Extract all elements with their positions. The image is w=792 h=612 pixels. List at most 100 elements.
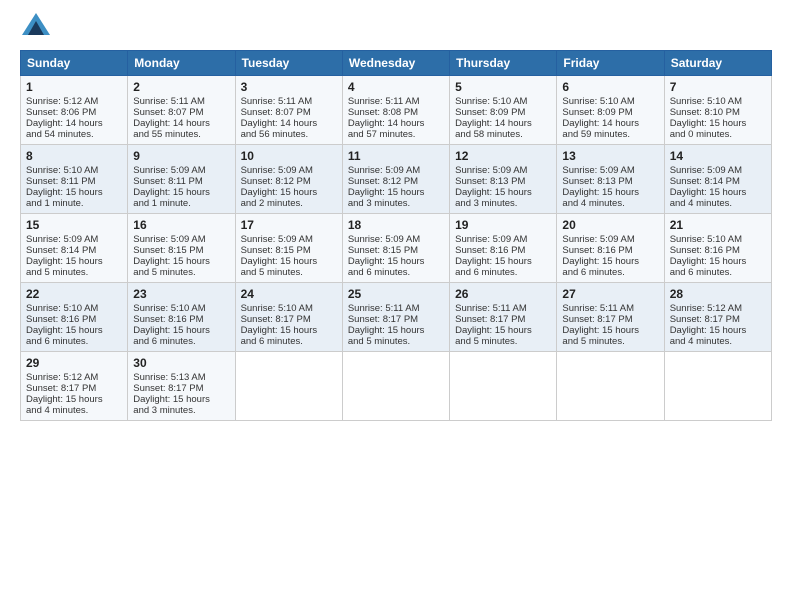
day-info-line: Sunrise: 5:09 AM	[241, 165, 337, 176]
day-info-line: and 4 minutes.	[670, 336, 766, 347]
day-number: 9	[133, 149, 229, 163]
day-number: 27	[562, 287, 658, 301]
day-info-line: Sunrise: 5:09 AM	[455, 165, 551, 176]
day-info-line: Sunset: 8:16 PM	[455, 245, 551, 256]
day-info-line: Daylight: 15 hours	[670, 118, 766, 129]
day-info-line: Sunset: 8:17 PM	[241, 314, 337, 325]
day-number: 22	[26, 287, 122, 301]
calendar-cell: 30 Sunrise: 5:13 AMSunset: 8:17 PMDayligh…	[128, 351, 235, 420]
calendar-cell: 27Sunrise: 5:11 AMSunset: 8:17 PMDayligh…	[557, 282, 664, 351]
day-info-line: and 6 minutes.	[670, 267, 766, 278]
day-info-line: Sunset: 8:14 PM	[670, 176, 766, 187]
day-info-line: Daylight: 15 hours	[133, 187, 229, 198]
calendar-cell: 5Sunrise: 5:10 AMSunset: 8:09 PMDaylight…	[450, 75, 557, 144]
day-info-line: Sunrise: 5:11 AM	[562, 303, 658, 314]
day-info-line: Sunset: 8:14 PM	[26, 245, 122, 256]
calendar-cell	[450, 351, 557, 420]
logo	[20, 18, 50, 38]
day-info-line: Sunset: 8:17 PM	[133, 383, 229, 394]
page: SundayMondayTuesdayWednesdayThursdayFrid…	[0, 0, 792, 612]
day-number: 21	[670, 218, 766, 232]
day-info-line: Sunset: 8:12 PM	[241, 176, 337, 187]
day-number: 6	[562, 80, 658, 94]
day-number: 17	[241, 218, 337, 232]
calendar-cell: 4Sunrise: 5:11 AMSunset: 8:08 PMDaylight…	[342, 75, 449, 144]
day-info-line: and 3 minutes.	[455, 198, 551, 209]
calendar-cell: 23Sunrise: 5:10 AMSunset: 8:16 PMDayligh…	[128, 282, 235, 351]
day-info-line: Sunrise: 5:10 AM	[562, 96, 658, 107]
day-info-line: and 5 minutes.	[241, 267, 337, 278]
day-number: 1	[26, 80, 122, 94]
calendar-cell: 14Sunrise: 5:09 AMSunset: 8:14 PMDayligh…	[664, 144, 771, 213]
day-info-line: Sunrise: 5:09 AM	[562, 165, 658, 176]
day-info-line: Sunset: 8:17 PM	[670, 314, 766, 325]
day-header-friday: Friday	[557, 50, 664, 75]
day-info-line: Daylight: 15 hours	[133, 394, 229, 405]
calendar-cell: 29Sunrise: 5:12 AMSunset: 8:17 PMDayligh…	[21, 351, 128, 420]
day-info-line: Daylight: 14 hours	[133, 118, 229, 129]
day-info-line: and 5 minutes.	[133, 267, 229, 278]
day-info-line: and 6 minutes.	[133, 336, 229, 347]
day-info-line: Sunset: 8:17 PM	[26, 383, 122, 394]
calendar-week-4: 22Sunrise: 5:10 AMSunset: 8:16 PMDayligh…	[21, 282, 772, 351]
day-info-line: and 3 minutes.	[133, 405, 229, 416]
day-info-line: Sunrise: 5:10 AM	[133, 303, 229, 314]
day-info-line: Sunrise: 5:09 AM	[562, 234, 658, 245]
day-info-line: and 2 minutes.	[241, 198, 337, 209]
calendar-cell: 25Sunrise: 5:11 AMSunset: 8:17 PMDayligh…	[342, 282, 449, 351]
calendar-cell: 18Sunrise: 5:09 AMSunset: 8:15 PMDayligh…	[342, 213, 449, 282]
day-info-line: Sunrise: 5:10 AM	[26, 165, 122, 176]
day-info-line: and 6 minutes.	[26, 336, 122, 347]
day-info-line: and 4 minutes.	[670, 198, 766, 209]
day-number: 19	[455, 218, 551, 232]
day-info-line: Sunrise: 5:10 AM	[670, 234, 766, 245]
day-info-line: Daylight: 15 hours	[670, 325, 766, 336]
calendar-week-2: 8Sunrise: 5:10 AMSunset: 8:11 PMDaylight…	[21, 144, 772, 213]
day-number: 15	[26, 218, 122, 232]
day-info-line: Sunset: 8:16 PM	[670, 245, 766, 256]
day-header-tuesday: Tuesday	[235, 50, 342, 75]
calendar-cell	[235, 351, 342, 420]
day-info-line: Sunset: 8:13 PM	[455, 176, 551, 187]
calendar-cell: 12Sunrise: 5:09 AMSunset: 8:13 PMDayligh…	[450, 144, 557, 213]
day-number: 16	[133, 218, 229, 232]
day-info-line: Sunset: 8:16 PM	[26, 314, 122, 325]
day-number: 7	[670, 80, 766, 94]
day-info-line: Daylight: 15 hours	[562, 187, 658, 198]
day-number: 20	[562, 218, 658, 232]
day-number: 29	[26, 356, 122, 370]
day-info-line: Daylight: 14 hours	[455, 118, 551, 129]
day-number: 30	[133, 356, 229, 370]
day-info-line: Sunrise: 5:13 AM	[133, 372, 229, 383]
day-info-line: Daylight: 14 hours	[348, 118, 444, 129]
day-info-line: Daylight: 15 hours	[26, 256, 122, 267]
day-header-sunday: Sunday	[21, 50, 128, 75]
calendar-week-3: 15Sunrise: 5:09 AMSunset: 8:14 PMDayligh…	[21, 213, 772, 282]
day-info-line: and 6 minutes.	[455, 267, 551, 278]
day-info-line: and 5 minutes.	[562, 336, 658, 347]
day-info-line: Sunset: 8:13 PM	[562, 176, 658, 187]
logo-icon	[22, 13, 50, 35]
calendar-cell: 26Sunrise: 5:11 AMSunset: 8:17 PMDayligh…	[450, 282, 557, 351]
day-number: 24	[241, 287, 337, 301]
day-info-line: Sunrise: 5:11 AM	[348, 303, 444, 314]
day-info-line: Daylight: 14 hours	[26, 118, 122, 129]
calendar-cell	[557, 351, 664, 420]
calendar-cell: 3Sunrise: 5:11 AMSunset: 8:07 PMDaylight…	[235, 75, 342, 144]
day-info-line: Sunrise: 5:10 AM	[26, 303, 122, 314]
day-info-line: Daylight: 15 hours	[241, 187, 337, 198]
day-info-line: Daylight: 14 hours	[241, 118, 337, 129]
day-info-line: Daylight: 15 hours	[348, 256, 444, 267]
day-number: 10	[241, 149, 337, 163]
day-header-wednesday: Wednesday	[342, 50, 449, 75]
day-info-line: Daylight: 15 hours	[133, 256, 229, 267]
day-info-line: and 1 minute.	[26, 198, 122, 209]
day-number: 2	[133, 80, 229, 94]
day-info-line: Sunrise: 5:12 AM	[26, 372, 122, 383]
day-info-line: Sunrise: 5:09 AM	[455, 234, 551, 245]
day-number: 28	[670, 287, 766, 301]
day-header-saturday: Saturday	[664, 50, 771, 75]
day-info-line: Daylight: 15 hours	[26, 187, 122, 198]
day-info-line: and 56 minutes.	[241, 129, 337, 140]
day-info-line: Sunrise: 5:10 AM	[670, 96, 766, 107]
